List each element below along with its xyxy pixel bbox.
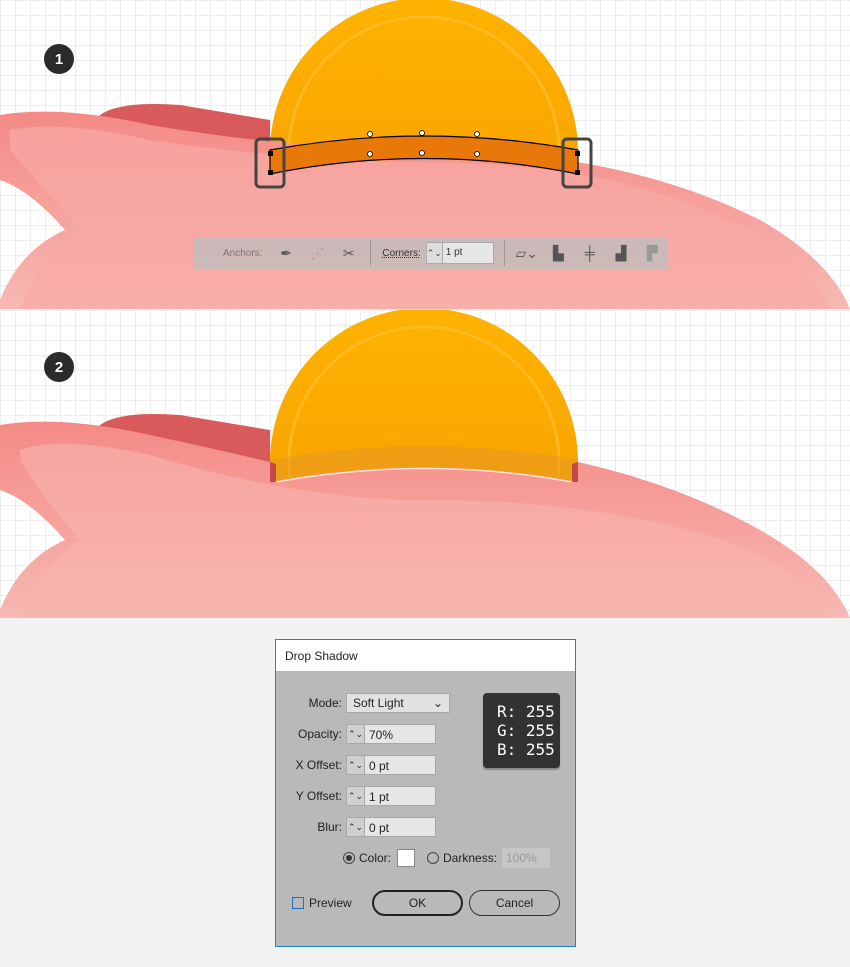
color-radio[interactable] [343,852,355,864]
rgb-tooltip: R: 255 G: 255 B: 255 [483,693,560,768]
drop-shadow-dialog: Drop Shadow Mode: Soft Light ⌄ Opacity: ⌃… [275,639,576,947]
stepper-icon[interactable]: ⌃⌄ [347,725,365,743]
step-badge: 2 [44,352,74,382]
stepper-icon[interactable]: ⌃⌄ [347,818,365,836]
stepper-icon[interactable]: ⌃⌄ [347,787,365,805]
y-offset-label: Y Offset: [295,789,342,803]
dialog-title: Drop Shadow [276,640,575,671]
darkness-radio[interactable] [427,852,440,864]
y-offset-field[interactable]: ⌃⌄ 1 pt [346,786,436,806]
darkness-label: Darkness: [443,851,498,865]
artwork [0,310,850,618]
stepper-icon[interactable]: ⌃⌄ [427,243,443,263]
stepper-icon[interactable]: ⌃⌄ [347,756,365,774]
control-toolbar: Anchors: ✒ ⋰ ✂ Corners: ⌃⌄ 1 pt ▱⌄ ▙ ╪ ▟ … [193,237,668,269]
x-offset-field[interactable]: ⌃⌄ 0 pt [346,755,436,775]
blur-label: Blur: [317,820,342,834]
preview-checkbox[interactable] [292,897,304,909]
mode-select[interactable]: Soft Light ⌄ [346,693,450,713]
handles-icon[interactable]: ⋰ [307,243,328,263]
mode-label: Mode: [308,696,342,710]
step-1-canvas: 1 Anchors: ✒ ⋰ ✂ Corners: ⌃⌄ 1 pt ▱⌄ ▙ ╪ … [0,0,850,309]
align-center-icon[interactable]: ╪ [579,243,600,263]
darkness-field: 100% [502,848,551,868]
color-swatch[interactable] [397,849,416,867]
preview-label[interactable]: Preview [309,896,352,910]
chevron-down-icon: ⌄ [432,696,443,710]
step-badge: 1 [44,44,74,74]
cancel-button[interactable]: Cancel [469,890,560,916]
ok-button[interactable]: OK [372,890,463,916]
step-2-canvas: 2 [0,310,850,618]
corners-field[interactable]: ⌃⌄ 1 pt [425,242,494,264]
align-left-icon[interactable]: ▙ [548,243,569,263]
anchors-label: Anchors: [223,247,263,259]
convert-anchor-icon[interactable]: ✒ [275,243,296,263]
x-offset-label: X Offset: [295,758,342,772]
corners-label[interactable]: Corners: [382,248,420,259]
color-label: Color: [359,851,392,865]
align-top-icon[interactable]: ▛ [642,243,663,263]
opacity-field[interactable]: ⌃⌄ 70% [346,724,436,744]
align-right-icon[interactable]: ▟ [610,243,631,263]
blur-field[interactable]: ⌃⌄ 0 pt [346,817,436,837]
transform-icon[interactable]: ▱⌄ [515,243,538,263]
opacity-label: Opacity: [297,727,342,741]
cut-path-icon[interactable]: ✂ [338,243,359,263]
